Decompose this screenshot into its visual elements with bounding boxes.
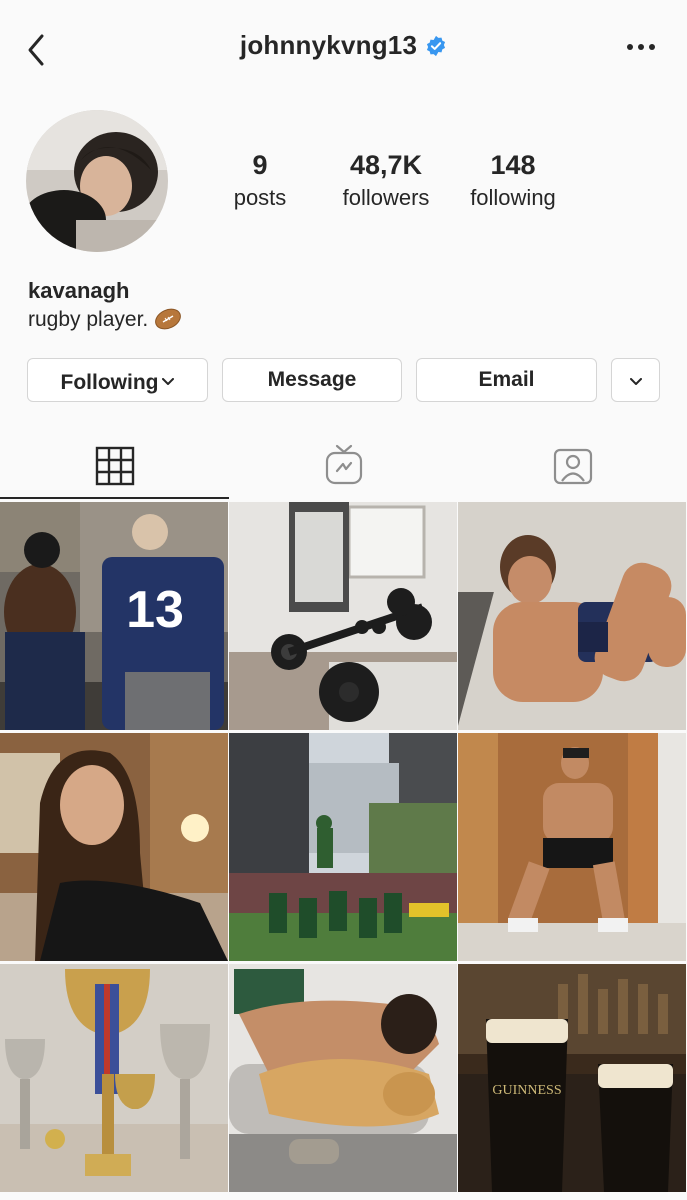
- post-thumbnail[interactable]: [458, 733, 686, 961]
- tab-igtv[interactable]: [229, 438, 458, 500]
- bio: rugby player.: [28, 308, 182, 332]
- following-count: 148: [490, 150, 536, 180]
- bio-text: rugby player.: [28, 308, 149, 331]
- profile-tabs: [0, 438, 687, 500]
- post-thumbnail[interactable]: [0, 964, 228, 1192]
- following-label: following: [470, 185, 556, 210]
- tab-grid[interactable]: [0, 438, 229, 500]
- chevron-down-icon: [629, 359, 642, 385]
- rugby-ball-icon: [154, 308, 182, 330]
- posts-label: posts: [233, 185, 287, 210]
- tab-tagged[interactable]: [458, 438, 687, 500]
- post-thumbnail[interactable]: [458, 502, 686, 730]
- message-button[interactable]: Message: [222, 358, 402, 402]
- post-thumbnail[interactable]: [0, 733, 228, 961]
- svg-text:GUINNESS: GUINNESS: [492, 1083, 561, 1098]
- followers-label: followers: [342, 185, 430, 210]
- verified-badge-icon: [425, 33, 447, 57]
- display-name: kavanagh: [28, 278, 130, 303]
- post-thumbnail[interactable]: GUINNESS: [458, 964, 686, 1192]
- suggested-accounts-button[interactable]: [611, 358, 660, 402]
- email-button-label: Email: [478, 368, 535, 391]
- ellipsis-icon[interactable]: [625, 40, 657, 52]
- active-tab-indicator: [0, 497, 229, 499]
- posts-count: 9: [252, 150, 268, 180]
- following-button-label: Following: [60, 371, 159, 394]
- avatar[interactable]: [26, 110, 168, 252]
- username: johnnykvng13: [239, 30, 418, 60]
- followers-stat[interactable]: 48,7K followers: [330, 150, 442, 211]
- profile-header-title: johnnykvng13: [0, 30, 687, 61]
- posts-stat[interactable]: 9 posts: [218, 150, 302, 211]
- svg-text:13: 13: [126, 581, 184, 639]
- post-thumbnail[interactable]: [229, 733, 457, 961]
- post-thumbnail[interactable]: 13: [0, 502, 228, 730]
- top-bar: johnnykvng13: [0, 0, 687, 100]
- followers-count: 48,7K: [349, 150, 423, 180]
- post-thumbnail[interactable]: [229, 964, 457, 1192]
- message-button-label: Message: [267, 368, 357, 391]
- following-stat[interactable]: 148 following: [456, 150, 570, 211]
- post-thumbnail[interactable]: [229, 502, 457, 730]
- following-button[interactable]: Following: [27, 358, 208, 402]
- email-button[interactable]: Email: [416, 358, 597, 402]
- chevron-down-icon: [162, 359, 175, 385]
